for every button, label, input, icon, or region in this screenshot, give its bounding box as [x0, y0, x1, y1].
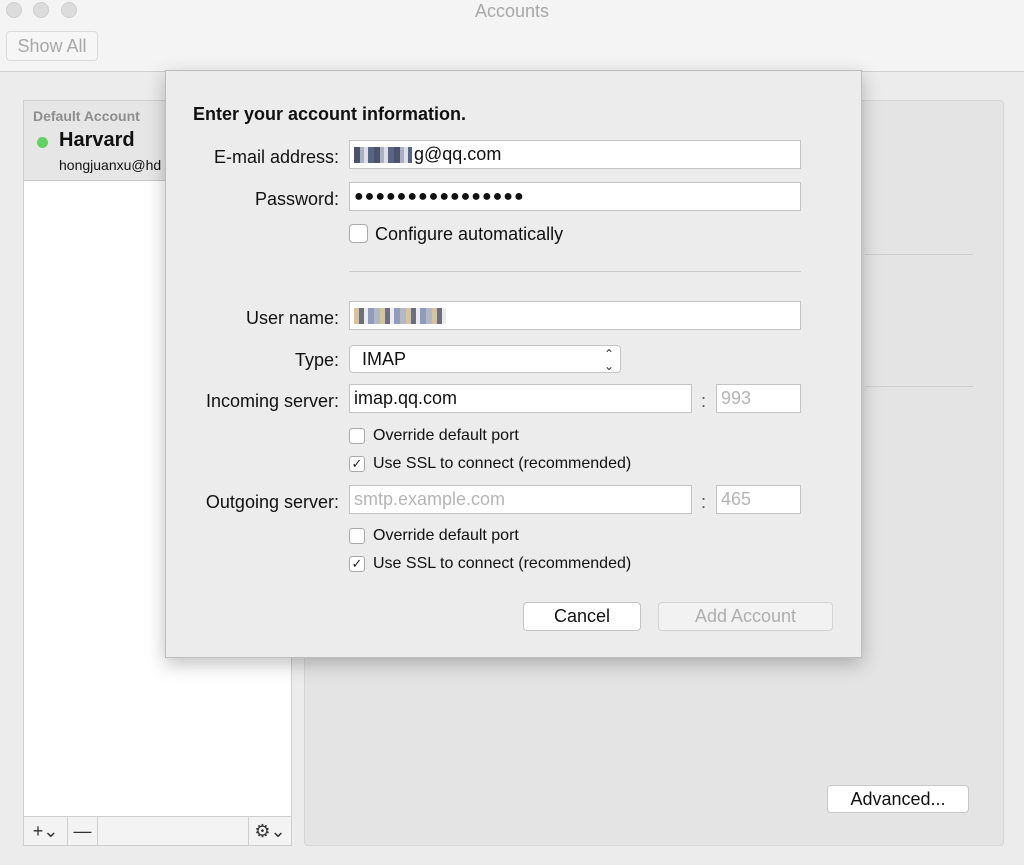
incoming-override-port-label: Override default port	[373, 427, 519, 444]
window-titlebar: Accounts Show All	[0, 0, 1024, 72]
type-label: Type:	[294, 350, 339, 370]
add-account-sheet: Enter your account information. E-mail a…	[165, 70, 862, 658]
outgoing-server-field[interactable]: smtp.example.com	[349, 485, 692, 514]
password-label: Password:	[254, 189, 339, 209]
advanced-button[interactable]: Advanced...	[827, 785, 969, 813]
email-label: E-mail address:	[213, 147, 339, 167]
email-field[interactable]: g@qq.com	[349, 140, 801, 169]
incoming-server-label: Incoming server:	[205, 391, 339, 411]
section-divider	[349, 271, 801, 272]
redacted-text	[354, 147, 412, 164]
outgoing-ssl-label: Use SSL to connect (recommended)	[373, 555, 632, 572]
account-name: Harvard	[59, 129, 135, 151]
redacted-text	[354, 308, 446, 325]
port-separator: :	[701, 492, 707, 512]
account-type-select[interactable]: IMAP ⌃ ⌄	[349, 345, 621, 373]
username-label: User name:	[245, 308, 339, 328]
outgoing-port-field[interactable]: 465	[716, 485, 801, 514]
username-field[interactable]	[349, 301, 801, 330]
incoming-port-field[interactable]: 993	[716, 384, 801, 413]
configure-automatically-label: Configure automatically	[375, 224, 564, 244]
outgoing-server-label: Outgoing server:	[205, 492, 339, 512]
detail-divider	[865, 254, 973, 255]
add-account-button[interactable]: Add Account	[658, 602, 833, 631]
accounts-footer: +⌄ — ⚙⌄	[24, 816, 291, 845]
show-all-button[interactable]: Show All	[6, 31, 98, 61]
chevron-up-down-icon: ⌃ ⌄	[603, 347, 614, 373]
add-account-menu-button[interactable]: +⌄	[24, 817, 68, 845]
cancel-button[interactable]: Cancel	[523, 602, 641, 631]
outgoing-override-port-label: Override default port	[373, 527, 519, 544]
window-title: Accounts	[474, 1, 550, 21]
password-field[interactable]: ●●●●●●●●●●●●●●●●	[349, 182, 801, 211]
gear-menu-button[interactable]: ⚙⌄	[248, 817, 291, 845]
configure-automatically-checkbox[interactable]	[349, 224, 368, 243]
account-status-icon	[37, 137, 48, 148]
detail-divider	[865, 386, 973, 387]
remove-account-button[interactable]: —	[68, 817, 98, 845]
email-value: g@qq.com	[414, 144, 502, 164]
incoming-server-field[interactable]: imap.qq.com	[349, 384, 692, 413]
default-account-label: Default Account	[33, 108, 140, 124]
account-type-value: IMAP	[362, 349, 407, 369]
incoming-ssl-label: Use SSL to connect (recommended)	[373, 455, 632, 472]
sheet-title: Enter your account information.	[193, 104, 467, 124]
port-separator: :	[701, 391, 707, 411]
incoming-override-port-checkbox[interactable]	[349, 428, 365, 444]
outgoing-ssl-checkbox[interactable]: ✓	[349, 556, 365, 572]
incoming-ssl-checkbox[interactable]: ✓	[349, 456, 365, 472]
outgoing-override-port-checkbox[interactable]	[349, 528, 365, 544]
